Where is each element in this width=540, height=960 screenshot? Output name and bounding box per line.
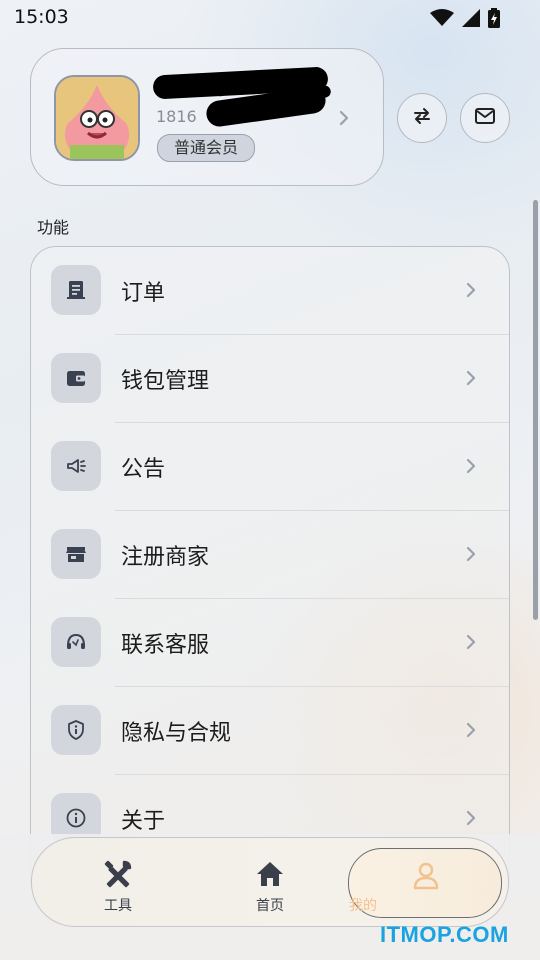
menu-item-label: 公告 [121, 457, 166, 482]
menu-item-merchant-register[interactable]: 注册商家 [31, 511, 509, 599]
bottom-navigation: 工具 首页 我的 [31, 837, 509, 927]
nav-tab-label: 首页 [256, 898, 284, 914]
chevron-right-icon [465, 721, 477, 743]
person-icon [412, 861, 440, 895]
chevron-right-icon [465, 545, 477, 567]
battery-charging-icon [488, 8, 500, 28]
megaphone-icon [51, 441, 101, 491]
nav-tab-home[interactable]: 首页 [200, 838, 340, 926]
storefront-icon [51, 529, 101, 579]
status-icons [430, 8, 500, 28]
menu-item-label: 注册商家 [121, 545, 210, 570]
profile-card[interactable]: 18160 1816 普通会员 [30, 48, 384, 186]
member-level-badge: 普通会员 [157, 134, 256, 162]
chevron-right-icon [337, 109, 351, 131]
receipt-icon [51, 265, 101, 315]
wifi-icon [430, 9, 454, 27]
shield-icon [51, 705, 101, 755]
status-time: 15:03 [14, 6, 69, 28]
menu-item-orders[interactable]: 订单 [31, 247, 509, 335]
tools-icon [102, 858, 134, 894]
section-title: 功能 [37, 218, 70, 237]
swap-arrows-icon [411, 105, 433, 131]
menu-item-wallet[interactable]: 钱包管理 [31, 335, 509, 423]
chevron-right-icon [465, 369, 477, 391]
menu-item-customer-service[interactable]: 联系客服 [31, 599, 509, 687]
chevron-right-icon [465, 281, 477, 303]
menu-item-announcements[interactable]: 公告 [31, 423, 509, 511]
nav-tab-tools[interactable]: 工具 [48, 838, 188, 926]
menu-item-label: 订单 [121, 281, 166, 306]
watermark: ITMOP.COM [380, 922, 509, 947]
messages-button[interactable] [460, 93, 510, 143]
menu-item-label: 隐私与合规 [121, 721, 232, 746]
switch-account-button[interactable] [397, 93, 447, 143]
mail-icon [474, 107, 496, 129]
scrollbar[interactable] [533, 200, 538, 620]
wallet-icon [51, 353, 101, 403]
function-menu: 订单 钱包管理 公告 注册商家 联系客服 隐私与合规 关于 [30, 246, 510, 887]
patrick-star-avatar [54, 75, 140, 161]
menu-item-label: 钱包管理 [121, 369, 210, 394]
nav-tab-label: 工具 [104, 898, 132, 914]
phone-number-secondary: 1816 [156, 107, 197, 126]
signal-icon [462, 9, 480, 27]
nav-tab-mine[interactable]: 我的 [348, 848, 502, 918]
chevron-right-icon [465, 457, 477, 479]
headset-icon [51, 617, 101, 667]
chevron-right-icon [465, 633, 477, 655]
menu-item-privacy-compliance[interactable]: 隐私与合规 [31, 687, 509, 775]
chevron-right-icon [465, 809, 477, 831]
status-bar: 15:03 [0, 0, 540, 36]
home-icon [254, 858, 286, 894]
menu-item-label: 联系客服 [121, 633, 210, 658]
menu-item-label: 关于 [121, 809, 166, 834]
nav-tab-label: 我的 [349, 898, 377, 914]
